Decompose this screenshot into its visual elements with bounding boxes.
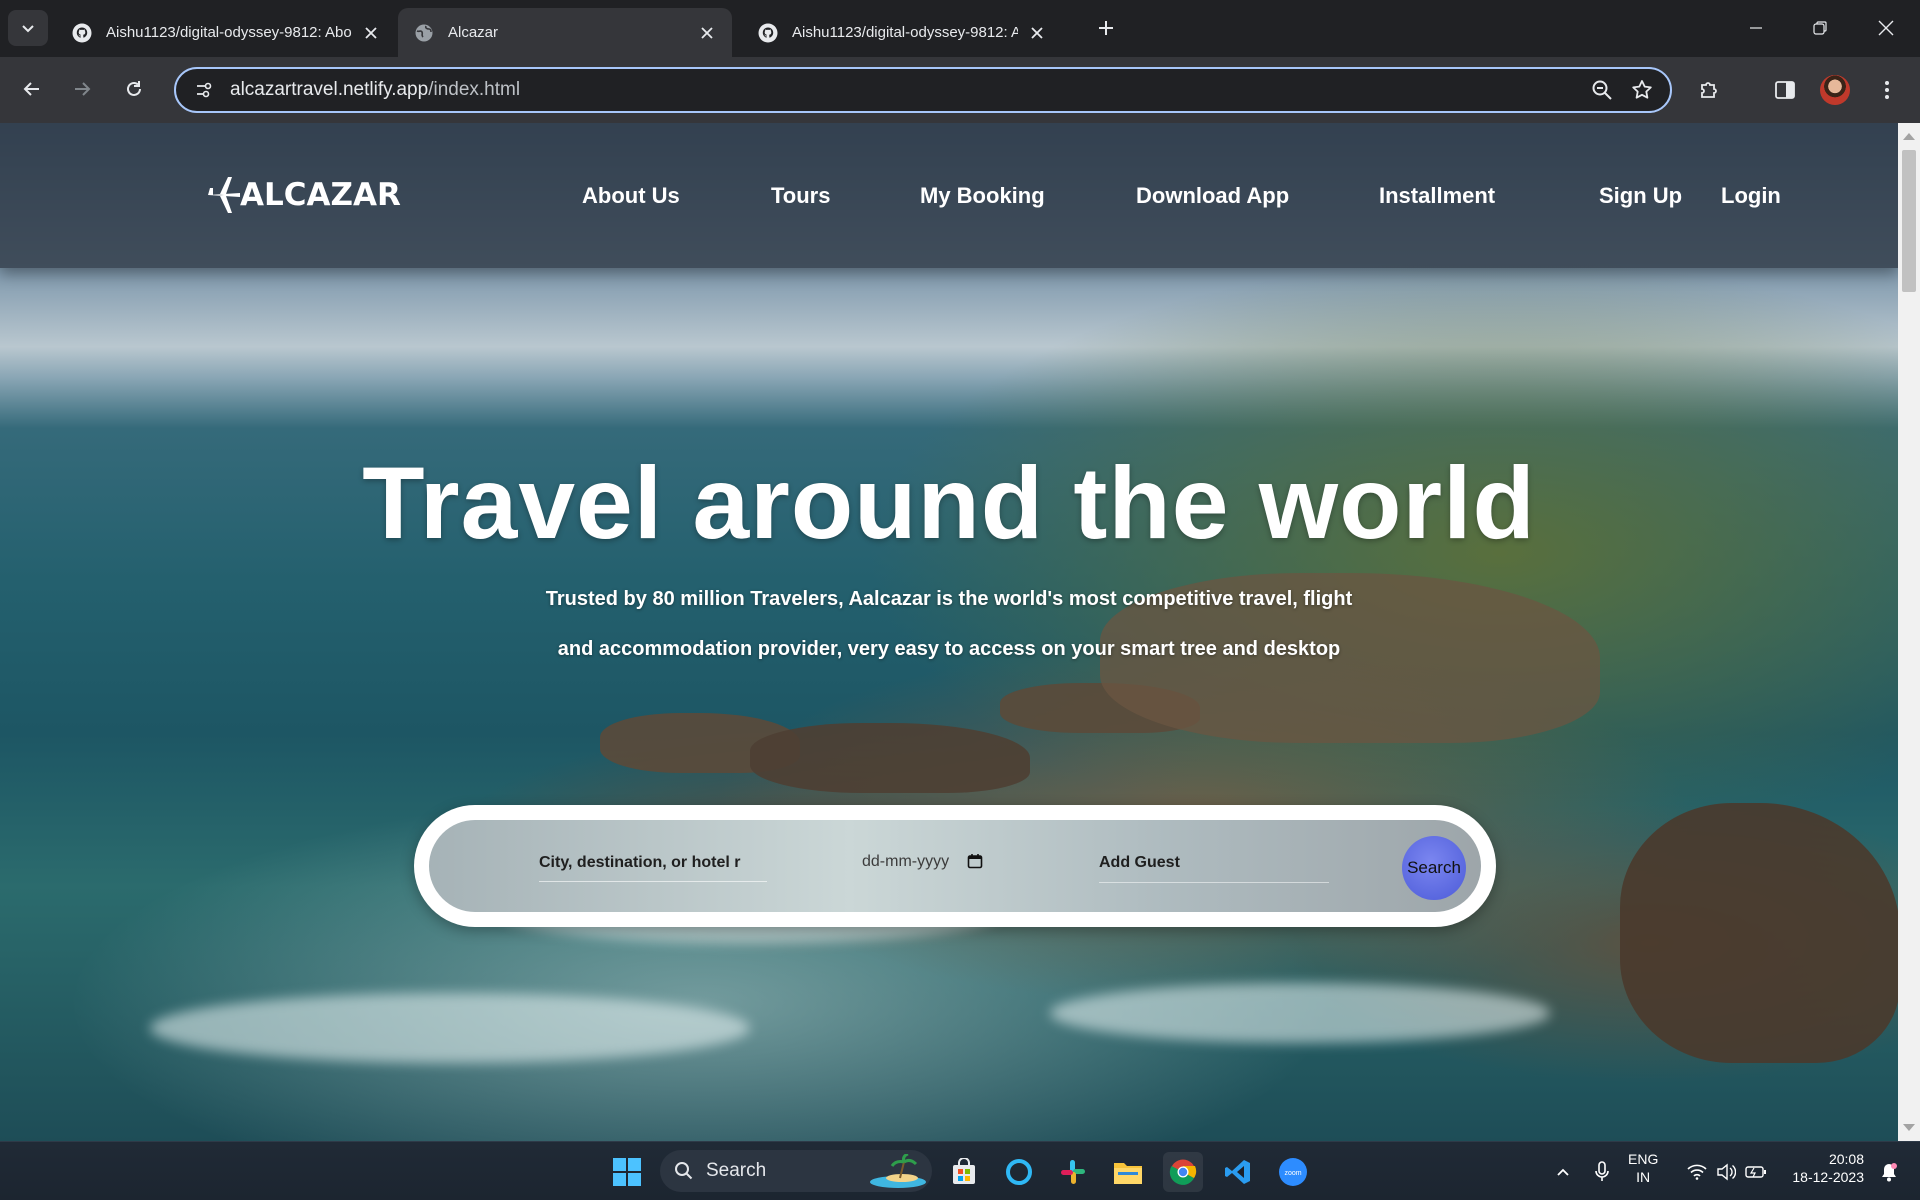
- chevron-down-icon: [22, 25, 34, 33]
- tab-alcazar[interactable]: Alcazar: [398, 8, 732, 57]
- language-indicator[interactable]: ENG IN: [1628, 1150, 1658, 1186]
- zoom-app-icon[interactable]: zoom: [1273, 1152, 1313, 1192]
- address-bar[interactable]: alcazartravel.netlify.app/index.html: [174, 67, 1672, 113]
- nav-installment[interactable]: Installment: [1379, 183, 1495, 209]
- tab-search-button[interactable]: [8, 10, 48, 46]
- page-viewport: ALCAZAR About Us Tours My Booking Downlo…: [0, 123, 1898, 1141]
- bookmark-star-icon[interactable]: [1622, 70, 1662, 110]
- taskbar-search-label: Search: [706, 1160, 767, 1181]
- site-header: ALCAZAR About Us Tours My Booking Downlo…: [0, 123, 1898, 268]
- nav-tours[interactable]: Tours: [771, 183, 830, 209]
- github-icon: [72, 23, 92, 43]
- close-tab-icon[interactable]: [696, 22, 718, 44]
- zoom-icon[interactable]: [1582, 70, 1622, 110]
- scrollbar-thumb[interactable]: [1902, 150, 1916, 292]
- page-scrollbar[interactable]: [1898, 123, 1920, 1141]
- reload-button[interactable]: [116, 71, 152, 107]
- close-tab-icon[interactable]: [1026, 22, 1048, 44]
- svg-text:zoom: zoom: [1284, 1170, 1301, 1177]
- date-placeholder: dd-mm-yyyy: [862, 853, 950, 870]
- guest-underline: [1099, 882, 1329, 883]
- tab-github-1[interactable]: Aishu1123/digital-odyssey-9812: Abo: [56, 8, 396, 57]
- kebab-menu-icon[interactable]: [1868, 71, 1906, 109]
- microsoft-store-icon[interactable]: [944, 1152, 984, 1192]
- search-bar: City, destination, or hotel r dd-mm-yyyy…: [414, 805, 1496, 927]
- windows-start-icon[interactable]: [607, 1152, 647, 1192]
- tab-github-2[interactable]: Aishu1123/digital-odyssey-9812: Abo: [742, 8, 1062, 57]
- file-explorer-icon[interactable]: [1108, 1152, 1148, 1192]
- notification-bell-icon[interactable]: [1869, 1152, 1909, 1192]
- beach-illustration-icon: [870, 1154, 926, 1188]
- rock-shape: [1620, 803, 1898, 1063]
- airplane-icon: [208, 177, 240, 213]
- url-text: alcazartravel.netlify.app/index.html: [230, 79, 1582, 101]
- extensions-icon[interactable]: [1690, 71, 1728, 109]
- globe-icon: [414, 23, 434, 43]
- nav-login[interactable]: Login: [1721, 183, 1781, 209]
- rock-shape: [750, 723, 1030, 793]
- minimize-icon: [1750, 27, 1762, 29]
- vscode-icon[interactable]: [1218, 1152, 1258, 1192]
- tab-title: Alcazar: [448, 24, 499, 41]
- slack-icon[interactable]: [1053, 1152, 1093, 1192]
- clock-time: 20:08: [1828, 1151, 1864, 1167]
- hero-headline: Travel around the world: [362, 446, 1536, 560]
- chrome-icon[interactable]: [1163, 1152, 1203, 1192]
- calendar-icon[interactable]: [967, 853, 983, 874]
- hero-subline-2: and accommodation provider, very easy to…: [557, 638, 1341, 660]
- battery-icon[interactable]: [1736, 1152, 1776, 1192]
- hero-background-image: ALCAZAR About Us Tours My Booking Downlo…: [0, 123, 1898, 1141]
- hero-subline-1: Trusted by 80 million Travelers, Aalcaza…: [545, 588, 1353, 610]
- language-region: IN: [1636, 1169, 1651, 1185]
- close-icon: [1878, 20, 1894, 36]
- github-icon: [758, 23, 778, 43]
- clock[interactable]: 20:08 18-12-2023: [1784, 1150, 1864, 1186]
- scroll-down-arrow-icon[interactable]: [1903, 1124, 1915, 1131]
- plus-icon: [1099, 21, 1113, 35]
- site-info-icon[interactable]: [184, 70, 224, 110]
- nav-sign-up[interactable]: Sign Up: [1599, 183, 1682, 209]
- forward-button[interactable]: [64, 71, 100, 107]
- microphone-icon[interactable]: [1582, 1152, 1622, 1192]
- scroll-up-arrow-icon[interactable]: [1903, 133, 1915, 140]
- nav-download-app[interactable]: Download App: [1136, 183, 1289, 209]
- tab-title: Aishu1123/digital-odyssey-9812: Abo: [106, 24, 352, 41]
- browser-tab-strip: Aishu1123/digital-odyssey-9812: Abo Alca…: [0, 0, 1920, 57]
- show-hidden-icons-chevron-icon[interactable]: [1543, 1152, 1583, 1192]
- url-path: /index.html: [428, 79, 521, 100]
- tab-title: Aishu1123/digital-odyssey-9812: Abo: [792, 24, 1018, 41]
- nav-my-booking[interactable]: My Booking: [920, 183, 1045, 209]
- new-tab-button[interactable]: [1092, 14, 1120, 42]
- clock-date: 18-12-2023: [1792, 1169, 1864, 1185]
- date-input[interactable]: dd-mm-yyyy: [862, 850, 1012, 882]
- side-panel-icon[interactable]: [1766, 71, 1804, 109]
- wave-foam: [1050, 983, 1550, 1043]
- close-tab-icon[interactable]: [360, 22, 382, 44]
- logo-wordmark: ALCAZAR: [240, 177, 401, 213]
- browser-toolbar: alcazartravel.netlify.app/index.html: [0, 57, 1920, 123]
- back-button[interactable]: [14, 71, 50, 107]
- taskbar-search-box[interactable]: Search: [660, 1150, 932, 1192]
- nav-about-us[interactable]: About Us: [582, 183, 680, 209]
- destination-input[interactable]: City, destination, or hotel r: [539, 850, 767, 882]
- add-guest-field[interactable]: Add Guest: [1099, 854, 1180, 872]
- minimize-button[interactable]: [1738, 12, 1774, 44]
- site-logo[interactable]: ALCAZAR: [206, 173, 401, 217]
- reload-icon: [127, 81, 141, 96]
- cortana-icon[interactable]: [999, 1152, 1039, 1192]
- search-button[interactable]: Search: [1402, 836, 1466, 900]
- profile-avatar[interactable]: [1820, 75, 1850, 105]
- search-icon: [675, 1162, 693, 1180]
- windows-taskbar: Search zoom ENG IN 20:08 18-12-2023: [0, 1141, 1920, 1200]
- wave-foam: [150, 993, 750, 1063]
- arrow-left-icon: [23, 82, 39, 96]
- search-bar-inner: City, destination, or hotel r dd-mm-yyyy…: [429, 820, 1481, 912]
- restore-button[interactable]: [1802, 12, 1838, 44]
- url-host: alcazartravel.netlify.app: [230, 79, 429, 100]
- restore-icon: [1813, 21, 1827, 35]
- close-window-button[interactable]: [1868, 12, 1904, 44]
- language-code: ENG: [1628, 1151, 1659, 1167]
- arrow-right-icon: [75, 82, 91, 96]
